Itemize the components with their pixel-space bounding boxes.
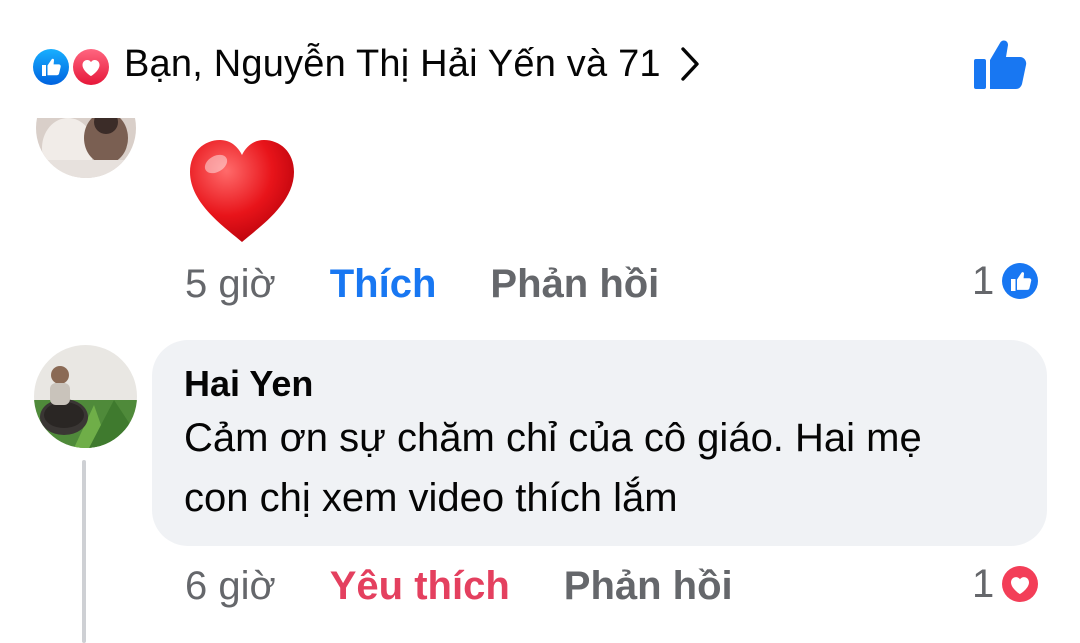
- comment-reaction-count[interactable]: 1: [972, 558, 1042, 610]
- comment-bubble[interactable]: Hai Yen Cảm ơn sự chăm chỉ của cô giáo. …: [152, 340, 1047, 546]
- comment-actions: 6 giờ Yêu thích Phản hồi: [185, 560, 733, 612]
- like-action[interactable]: Thích: [330, 262, 437, 307]
- comments-screen: Bạn, Nguyễn Thị Hải Yến và 71 5 giờ Thíc…: [0, 0, 1080, 643]
- reply-action[interactable]: Phản hồi: [564, 564, 733, 609]
- heart-sticker-icon: [190, 140, 294, 242]
- reaction-icons: [30, 42, 118, 88]
- comment-author[interactable]: Hai Yen: [184, 362, 1015, 406]
- thumbs-up-icon[interactable]: [968, 33, 1032, 97]
- comment-text: Cảm ơn sự chăm chỉ của cô giáo. Hai mẹ c…: [184, 408, 1015, 528]
- comment-reaction-count[interactable]: 1: [972, 255, 1042, 307]
- reaction-count-number: 1: [972, 561, 995, 606]
- reactions-bar: Bạn, Nguyễn Thị Hải Yến và 71: [0, 0, 1080, 118]
- like-icon: [30, 46, 72, 88]
- reaction-summary[interactable]: Bạn, Nguyễn Thị Hải Yến và 71: [30, 38, 701, 90]
- comment-text-line: con chị xem video thích lắm: [184, 476, 678, 520]
- love-icon: [998, 562, 1042, 606]
- love-icon: [70, 46, 112, 88]
- love-action[interactable]: Yêu thích: [330, 564, 510, 609]
- thread-line: [82, 460, 86, 643]
- chevron-right-icon: [681, 47, 699, 81]
- reply-action[interactable]: Phản hồi: [490, 262, 659, 307]
- like-icon: [998, 259, 1042, 303]
- comment-time[interactable]: 5 giờ: [185, 262, 276, 307]
- comment-text-line: Cảm ơn sự chăm chỉ của cô giáo. Hai mẹ: [184, 416, 922, 460]
- comment-time[interactable]: 6 giờ: [185, 564, 276, 609]
- comment-actions: 5 giờ Thích Phản hồi: [185, 258, 659, 310]
- reaction-count-number: 1: [972, 258, 995, 303]
- avatar[interactable]: [34, 345, 137, 448]
- reaction-summary-text: Bạn, Nguyễn Thị Hải Yến và 71: [124, 42, 661, 85]
